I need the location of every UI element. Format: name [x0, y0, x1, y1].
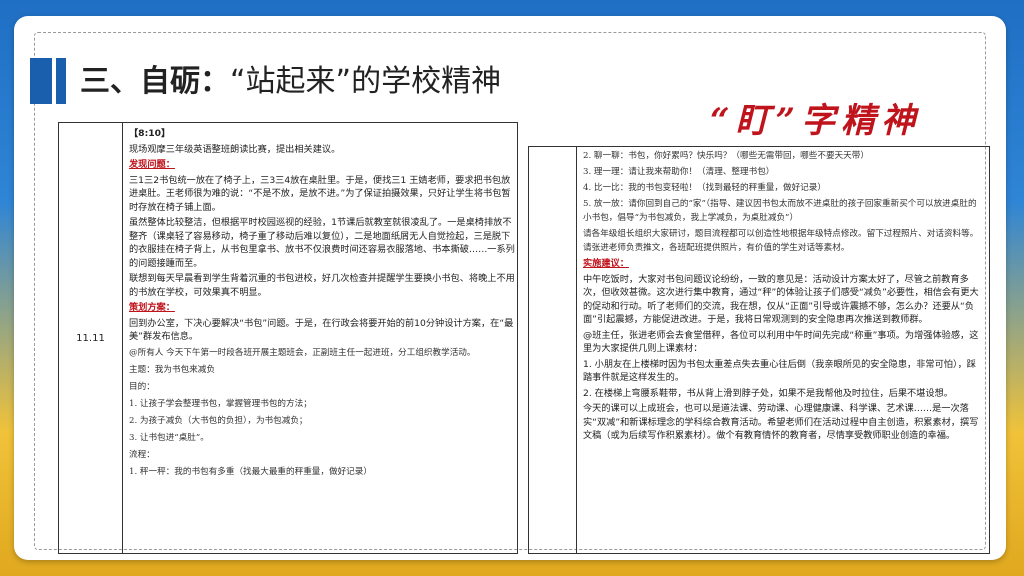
flow-step: 3. 理一理：请让我来帮助你！（清理、整理书包）	[583, 167, 775, 177]
time-label: 【8:10】	[129, 128, 171, 139]
paragraph: 回到办公室，下决心要解决“书包”问题。于是，在行政会将要开始的前10分钟设计方案…	[129, 317, 514, 343]
right-date-cell	[529, 147, 577, 553]
ding-spirit-stamp: “盯”字精神	[710, 101, 922, 141]
title-accent-bar-small	[56, 58, 66, 104]
date-cell: 11.11	[59, 123, 123, 553]
flow-step: 5. 放一放：请你回到自己的“家”（指导、建议因书包太而放不进桌肚的孩子回家重新…	[583, 199, 977, 223]
message-line: 流程：	[129, 449, 155, 460]
page-title-prefix: 三、自砺：	[80, 64, 230, 99]
right-content: 2. 聊一聊：书包，你好累吗？快乐吗？（哪些无需带回，哪些不要天天带） 3. 理…	[583, 149, 985, 445]
intro-text: 现场观摩三年级英语整班朗读比赛，提出相关建议。	[129, 143, 341, 155]
message-line: 1. 秤一秤：我的书包有多重（找最大最重的秤重量，做好记录）	[129, 466, 372, 477]
paragraph: 1. 小朋友在上楼梯时因为书包太重差点失去重心往后倒（我亲眼所见的安全隐患，非常…	[583, 358, 976, 384]
flow-note: 请各年级组长组织大家研讨，题目流程都可以创造性地根据年级特点修改。留下过程照片、…	[583, 229, 979, 253]
right-table: 2. 聊一聊：书包，你好累吗？快乐吗？（哪些无需带回，哪些不要天天带） 3. 理…	[528, 146, 990, 554]
page-title: 三、自砺：“站起来”的学校精神	[80, 60, 501, 104]
message-line: @所有人 今天下午第一时段各班开展主题班会，正副班主任一起进班，分工组织教学活动…	[129, 347, 476, 358]
flow-step: 2. 聊一聊：书包，你好累吗？快乐吗？（哪些无需带回，哪些不要天天带）	[583, 151, 869, 161]
flow-step: 4. 比一比：我的书包变轻啦！（找到最轻的秤重量，做好记录）	[583, 183, 826, 193]
title-accent-bar	[30, 58, 52, 104]
paragraph: 虽然整体比较整洁，但根据平时校园巡视的经验，1节课后就教室就很凌乱了。一是桌椅排…	[129, 217, 515, 269]
paragraph: 今天的课可以上成班会，也可以是道法课、劳动课、心理健康课、科学课、艺术课……是一…	[583, 403, 979, 441]
message-line: 1. 让孩子学会整理书包，掌握管理书包的方法；	[129, 398, 312, 409]
left-content: 【8:10】 现场观摩三年级英语整班朗读比赛，提出相关建议。 发现问题： 三1三…	[129, 127, 515, 482]
slide: 三、自砺：“站起来”的学校精神 “盯”字精神 11.11 【8:10】 现场观摩…	[14, 16, 1006, 560]
plan-heading: 策划方案：	[129, 302, 175, 313]
message-line: 3. 让书包进“桌肚”。	[129, 432, 209, 443]
paragraph: 联想到每天早晨看到学生背着沉重的书包进校，好几次检查并提醒学生要换小书包、将晚上…	[129, 273, 515, 298]
paragraph: 三1三2书包统一放在了椅子上，三3三4放在桌肚里。于是，便找三1 王婧老师，要求…	[129, 174, 511, 213]
problem-heading: 发现问题：	[129, 159, 175, 170]
left-table: 11.11 【8:10】 现场观摩三年级英语整班朗读比赛，提出相关建议。 发现问…	[58, 122, 518, 554]
message-line: 目的：	[129, 381, 155, 392]
paragraph: 2. 在楼梯上弯腰系鞋带，书从背上滑到脖子处，如果不是我帮他及时拉住，后果不堪设…	[583, 387, 953, 399]
implementation-heading: 实施建议：	[583, 258, 629, 269]
paragraph: 中午吃饭时，大家对书包问题议论纷纷，一致的意见是：活动设计方案太好了，尽管之前教…	[583, 273, 979, 326]
page-title-quote: “站起来”的学校精神	[230, 64, 502, 99]
message-line: 2. 为孩子减负（大书包的负担），为书包减负；	[129, 415, 308, 426]
paragraph: @班主任，张进老师会去食堂借秤，各位可以利用中午时间先完成“称重”事项。为增强体…	[583, 329, 979, 355]
message-line: 主题：我为书包来减负	[129, 364, 215, 375]
